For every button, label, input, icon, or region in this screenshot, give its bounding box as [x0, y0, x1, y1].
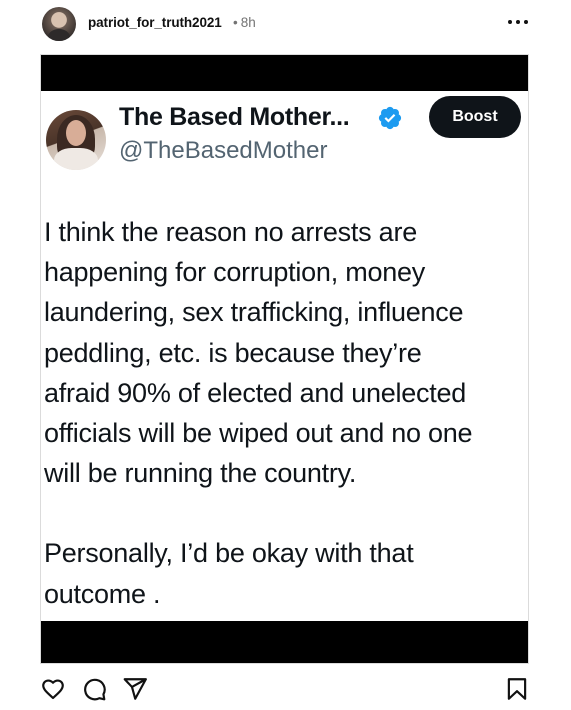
send-icon[interactable] [122, 676, 148, 702]
post-time: 8h [240, 15, 256, 30]
tweet-author-avatar [46, 110, 106, 170]
tweet-display-name: The Based Mother... [119, 103, 350, 131]
tweet-text-line: afraid 90% of elected and unelected [44, 377, 467, 408]
tweet-text-line: Personally, I’d be okay with that [44, 538, 414, 569]
tweet-text: I think the reason no arrests are happen… [44, 212, 524, 614]
bookmark-icon[interactable] [504, 676, 530, 702]
comment-icon[interactable] [81, 676, 107, 702]
tweet-text-line: I think the reason no arrests are [44, 217, 417, 247]
more-horizontal-icon[interactable] [506, 12, 530, 32]
tweet-text-line: happening for corruption, money [44, 257, 425, 288]
tweet-text-line: laundering, sex trafficking, influence [44, 297, 464, 328]
media-letterbox-bottom [41, 621, 528, 663]
tweet-text-line: will be running the country. [44, 458, 357, 489]
verified-badge-icon [377, 105, 403, 131]
separator-dot: • [233, 15, 238, 30]
tweet-handle: @TheBasedMother [119, 137, 328, 164]
post-media[interactable]: The Based Mother... @TheBasedMother Boos… [40, 54, 529, 664]
post-timestamp: • 8h [233, 15, 256, 30]
boost-button: Boost [429, 96, 521, 138]
tweet-text-line: peddling, etc. is because they’re [44, 337, 422, 368]
post-action-bar [0, 668, 571, 710]
poster-username[interactable]: patriot_for_truth2021 [88, 15, 222, 30]
poster-avatar[interactable] [42, 7, 76, 41]
heart-icon[interactable] [40, 676, 66, 702]
tweet-screenshot: The Based Mother... @TheBasedMother Boos… [41, 91, 528, 621]
post-header: patriot_for_truth2021 • 8h [0, 0, 571, 50]
media-letterbox-top [41, 55, 528, 91]
tweet-text-line: officials will be wiped out and no one [44, 418, 473, 449]
tweet-text-line: outcome . [44, 578, 161, 609]
